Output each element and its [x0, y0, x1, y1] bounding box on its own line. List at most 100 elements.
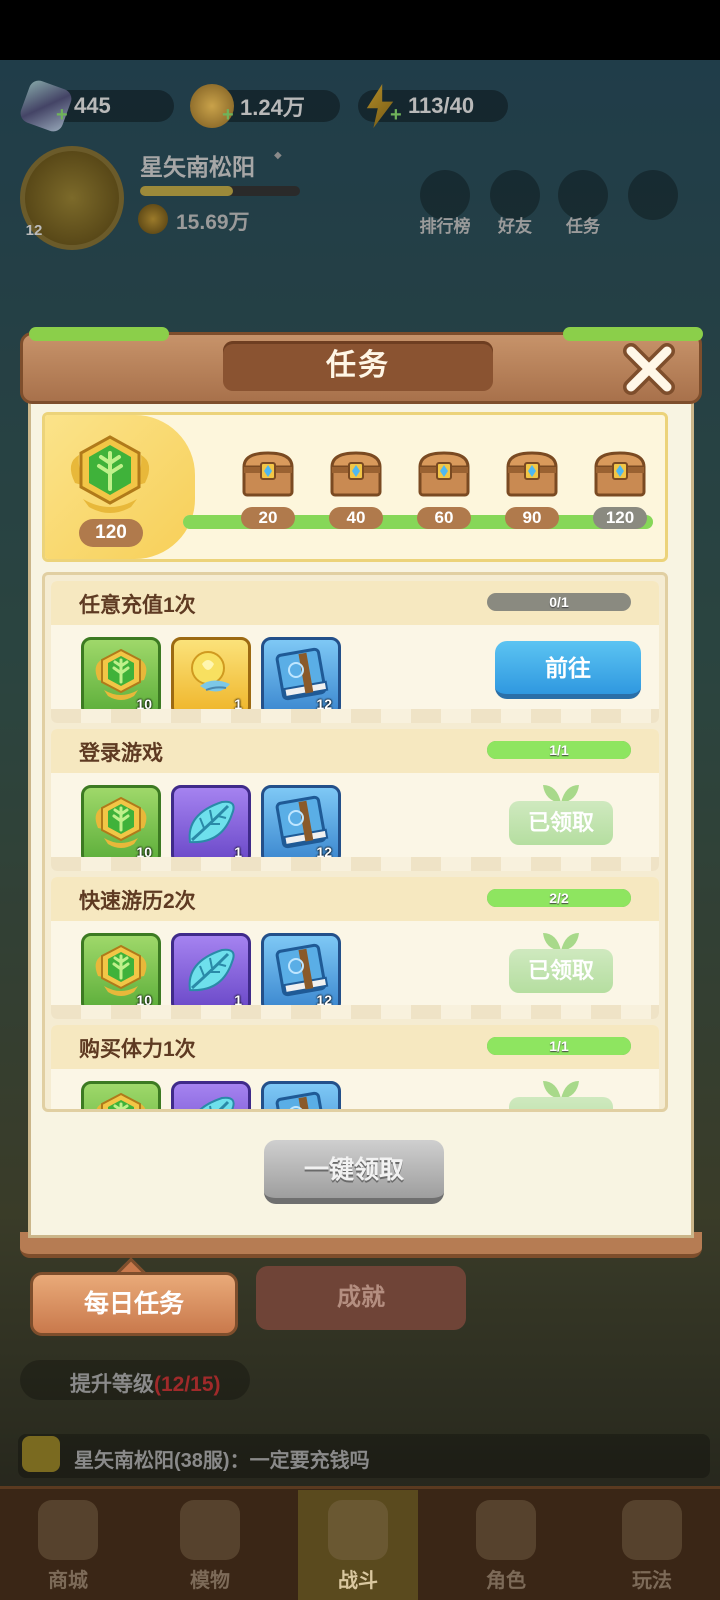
gem-value: 445	[74, 93, 111, 118]
milestone-label: 90	[505, 507, 559, 529]
nav-character-label: 角色	[486, 1570, 526, 1592]
activity-points: 120	[79, 519, 143, 547]
task-header: 任意充值1次 0/1	[51, 581, 659, 625]
items-icon	[180, 1500, 240, 1560]
nav-play[interactable]: 玩法	[592, 1490, 712, 1600]
task-header: 登录游戏 1/1	[51, 729, 659, 773]
panel-title: 任务	[223, 341, 493, 391]
tasks-label[interactable]: 任务	[548, 212, 618, 237]
milestone-label: 40	[329, 507, 383, 529]
nav-character[interactable]: 角色	[446, 1490, 566, 1600]
nav-shop[interactable]: 商城	[8, 1490, 128, 1600]
reward-item[interactable]: 12	[261, 637, 341, 717]
close-button[interactable]	[621, 341, 677, 397]
task-progress-bar: 2/2	[487, 889, 631, 907]
activity-emblem-icon	[96, 1092, 146, 1109]
gold-counter[interactable]: + 1.24万	[190, 84, 340, 128]
task-row: 购买体力1次 1/1	[51, 1025, 659, 1109]
leaderboard-label[interactable]: 排行榜	[410, 212, 480, 237]
task-progress-bar: 1/1	[487, 1037, 631, 1055]
level-up-label: 提升等级	[70, 1373, 154, 1396]
add-gem-icon[interactable]: +	[56, 104, 68, 127]
reward-item[interactable]	[81, 1081, 161, 1109]
reward-item[interactable]: 12	[261, 785, 341, 865]
task-progress-text: 2/2	[549, 890, 569, 906]
task-panel: 任务 120 20 40 60 90 120 任意充值1次 0/1 10 1 12 前往 登录游戏 1…	[20, 327, 703, 1266]
reward-item[interactable]: 10	[81, 933, 161, 1013]
task-title: 购买体力1次	[79, 1038, 196, 1061]
task-progress-text: 1/1	[549, 1038, 569, 1054]
task-row-trim	[51, 857, 659, 871]
nav-battle[interactable]: 战斗	[298, 1490, 418, 1600]
task-row-trim	[51, 709, 659, 723]
claimed-badge: 已领取	[509, 949, 613, 993]
task-row-trim	[51, 1005, 659, 1019]
chat-message: 星矢南松阳(38服)：一定要充钱吗	[74, 1450, 370, 1472]
blue-book-icon	[275, 1091, 327, 1109]
nav-battle-label: 战斗	[338, 1570, 378, 1592]
level-up-count: (12/15)	[154, 1373, 221, 1396]
task-title: 快速游历2次	[79, 890, 196, 913]
reward-item[interactable]: 12	[261, 933, 341, 1013]
power-icon	[138, 204, 168, 234]
reward-item[interactable]	[261, 1081, 341, 1109]
grass-decoration	[29, 327, 169, 341]
golden-feather-icon	[191, 651, 230, 692]
treasure-chest-icon[interactable]	[505, 449, 559, 497]
treasure-chest-icon[interactable]	[329, 449, 383, 497]
chat-icon	[22, 1436, 60, 1472]
milestone-label: 60	[417, 507, 471, 529]
blue-leaf-icon	[188, 948, 235, 992]
play-icon	[622, 1500, 682, 1560]
energy-value: 113/40	[408, 93, 475, 118]
exp-bar	[140, 186, 300, 196]
task-list[interactable]: 任意充值1次 0/1 10 1 12 前往 登录游戏 1/1 10 1 12 已领取 快速游历2次 2/2…	[42, 572, 668, 1112]
vip-badge-icon: ◆	[274, 150, 282, 161]
tab-achievements[interactable]: 成就	[256, 1266, 466, 1330]
reward-item[interactable]: 1	[171, 785, 251, 865]
status-bar	[0, 0, 720, 60]
grass-decoration	[563, 327, 703, 341]
goto-button[interactable]: 前往	[495, 641, 641, 699]
energy-counter[interactable]: + 113/40	[358, 84, 508, 128]
friends-label[interactable]: 好友	[480, 212, 550, 237]
exp-bar-fill	[140, 186, 233, 196]
milestone-label: 120	[593, 507, 647, 529]
activity-emblem-icon	[70, 435, 150, 513]
player-level: 12	[25, 222, 43, 239]
task-header: 购买体力1次 1/1	[51, 1025, 659, 1069]
treasure-chest-icon[interactable]	[417, 449, 471, 497]
reward-item[interactable]: 1	[171, 637, 251, 717]
reward-item[interactable]: 1	[171, 933, 251, 1013]
task-row: 登录游戏 1/1 10 1 12 已领取	[51, 729, 659, 871]
reward-item[interactable]: 10	[81, 637, 161, 717]
task-progress-bar: 1/1	[487, 741, 631, 759]
close-icon	[623, 343, 675, 395]
gem-counter[interactable]: + 445	[17, 77, 174, 135]
tab-daily-tasks[interactable]: 每日任务	[30, 1272, 238, 1336]
nav-items[interactable]: 模物	[150, 1490, 270, 1600]
claim-all-button[interactable]: 一键领取	[264, 1140, 444, 1204]
reward-item[interactable]: 10	[81, 785, 161, 865]
task-progress-text: 1/1	[549, 742, 569, 758]
battle-icon	[328, 1500, 388, 1560]
milestone-label: 20	[241, 507, 295, 529]
more-icon[interactable]	[628, 170, 678, 220]
treasure-chest-icon[interactable]	[241, 449, 295, 497]
task-row: 任意充值1次 0/1 10 1 12 前往	[51, 581, 659, 723]
task-row: 快速游历2次 2/2 10 1 12 已领取	[51, 877, 659, 1019]
nav-shop-label: 商城	[48, 1570, 88, 1592]
claimed-badge	[509, 1097, 613, 1109]
character-icon	[476, 1500, 536, 1560]
add-gold-icon[interactable]: +	[222, 104, 234, 127]
treasure-chest-icon[interactable]	[593, 449, 647, 497]
blue-leaf-icon	[188, 800, 235, 844]
task-title: 登录游戏	[79, 742, 163, 765]
reward-item[interactable]	[171, 1081, 251, 1109]
task-header: 快速游历2次 2/2	[51, 877, 659, 921]
add-energy-icon[interactable]: +	[390, 104, 402, 127]
level-up-text: 提升等级(12/15)	[70, 1368, 221, 1398]
nav-items-label: 模物	[190, 1570, 230, 1592]
shop-icon	[38, 1500, 98, 1560]
task-progress-text: 0/1	[549, 594, 569, 610]
